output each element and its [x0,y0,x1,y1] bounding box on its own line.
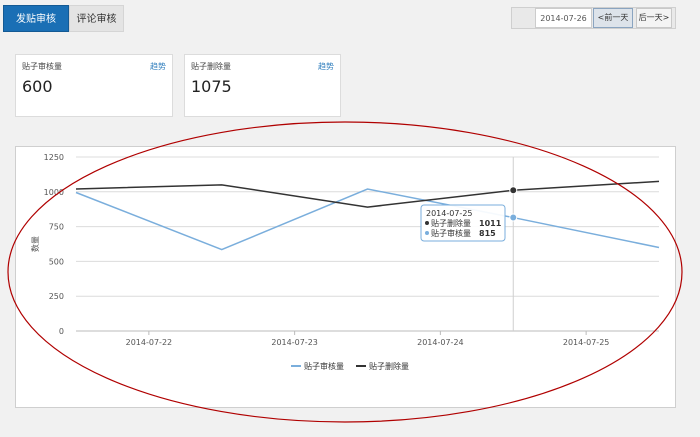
tooltip-value: 815 [479,229,496,238]
x-tick-label: 2014-07-23 [271,338,318,347]
y-tick-label: 250 [49,292,64,301]
x-tick-label: 2014-07-24 [417,338,464,347]
tooltip-series-label: 贴子删除量 [431,218,471,228]
y-tick-label: 750 [49,223,64,232]
tooltip-value: 1011 [479,219,502,228]
data-point-marker [509,213,518,222]
y-axis-label: 数量 [30,236,40,252]
legend-label: 贴子删除量 [369,361,409,371]
data-point-marker [509,186,518,195]
series-line-0 [75,188,660,251]
legend-label: 贴子审核量 [304,361,344,371]
annotation-ellipse [7,121,683,423]
x-tick-label: 2014-07-22 [126,338,173,347]
line-chart: 0 250 500 750 1000 1250 数量 2014-07-22 2014-07-23… [7,121,683,423]
tooltip-bullet [425,231,429,235]
tooltip-series-label: 贴子审核量 [431,228,471,238]
tooltip-header: 2014-07-25 [426,209,473,218]
tooltip-bullet [425,221,429,225]
y-tick-label: 1000 [44,188,64,197]
series-line-1 [75,180,660,208]
x-tick-label: 2014-07-25 [563,338,610,347]
y-tick-label: 0 [59,327,64,336]
y-tick-label: 1250 [44,153,64,162]
y-tick-label: 500 [49,257,64,266]
